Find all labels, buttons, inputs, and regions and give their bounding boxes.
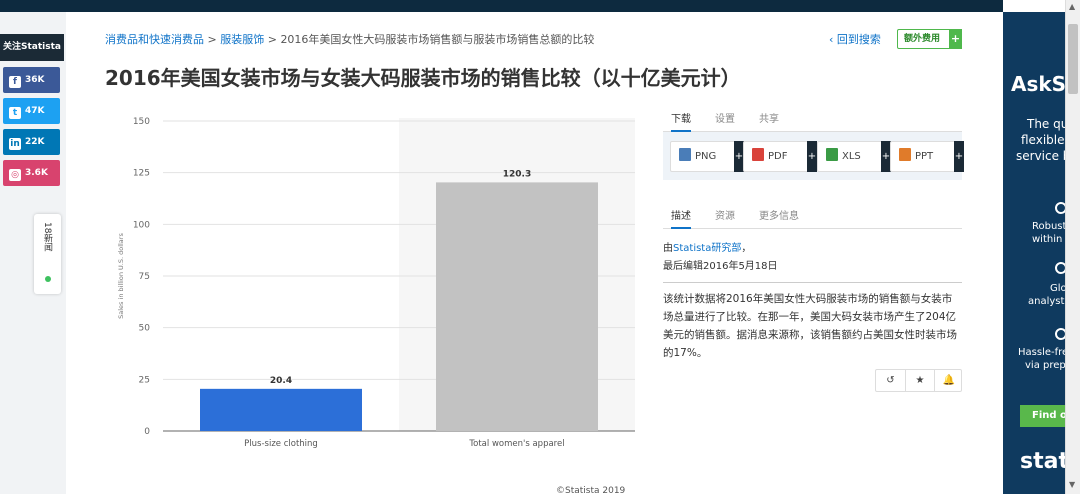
y-tick-label: 0 — [144, 427, 150, 437]
scroll-down-icon[interactable]: ▼ — [1069, 480, 1075, 489]
instagram-icon: ◎ — [9, 169, 21, 181]
tab-download[interactable]: 下载 — [671, 110, 691, 132]
facebook-icon: f — [9, 76, 21, 88]
ad-feature-text: via prepa — [1025, 360, 1065, 371]
download-ppt-button[interactable]: PPT + — [890, 141, 964, 172]
download-xls-button[interactable]: XLS + — [817, 141, 891, 172]
plus-icon[interactable]: + — [954, 141, 964, 172]
breadcrumb-separator: > — [207, 33, 217, 46]
y-axis-label: Sales in billion U.S. dollars — [117, 233, 125, 319]
y-tick-label: 50 — [139, 324, 151, 334]
social-count: 36K — [25, 75, 45, 85]
chart-bar — [436, 182, 598, 431]
download-options: PNG + PDF + XLS + PPT + — [663, 132, 964, 180]
social-count: 47K — [25, 106, 45, 116]
ad-feature-text: Hassle-fre — [1018, 347, 1065, 358]
linkedin-icon: in — [9, 138, 21, 150]
x-category-label: Total women's apparel — [468, 439, 564, 449]
divider — [663, 282, 962, 283]
plus-icon[interactable]: + — [807, 141, 817, 172]
social-instagram-button[interactable]: ◎ 3.6K — [3, 160, 60, 186]
feature-icon — [1055, 202, 1065, 214]
tab-sources[interactable]: 资源 — [715, 207, 735, 222]
extra-cost-label: 额外费用 — [904, 34, 941, 44]
ad-brand: AskSt — [1011, 72, 1065, 96]
twitter-icon: t — [9, 107, 21, 119]
xls-file-icon — [826, 148, 838, 161]
tab-settings[interactable]: 设置 — [715, 110, 735, 125]
social-facebook-button[interactable]: f 36K — [3, 67, 60, 93]
social-linkedin-button[interactable]: in 22K — [3, 129, 60, 155]
download-tabs: 下载 设置 共享 — [663, 110, 962, 132]
top-nav-bar — [0, 0, 1080, 12]
chart-svg: 0 25 50 75 100 125 150 Sales in billion U.S. do… — [117, 117, 635, 449]
source-suffix: ， — [741, 243, 752, 254]
social-twitter-button[interactable]: t 47K — [3, 98, 60, 124]
breadcrumb-link-consumer-goods[interactable]: 消费品和快速消费品 — [105, 33, 204, 46]
chart-bar — [200, 388, 362, 431]
ad-find-out-button[interactable]: Find ou — [1020, 405, 1065, 427]
info-tabs: 描述 资源 更多信息 — [663, 207, 962, 229]
ad-feature-text: analyst — [1028, 296, 1065, 307]
x-category-label: Plus-size clothing — [244, 439, 318, 449]
history-icon[interactable]: ↺ — [876, 370, 905, 391]
feature-icon — [1055, 328, 1065, 340]
vertical-scrollbar[interactable]: ▲ ▼ — [1065, 0, 1080, 494]
y-tick-label: 75 — [139, 272, 150, 282]
ad-feature-text: Robust — [1032, 221, 1065, 232]
last-edited: 最后编辑2016年5月18日 — [663, 261, 778, 272]
follow-statista-label: 关注Statista — [0, 34, 64, 61]
scroll-up-icon[interactable]: ▲ — [1069, 2, 1075, 11]
pdf-file-icon — [752, 148, 764, 161]
source-prefix: 由 — [663, 243, 673, 254]
advertisement-banner[interactable]: AskSt The qu flexible r service b Robust… — [1003, 12, 1065, 494]
download-png-label: PNG — [695, 151, 717, 162]
breadcrumb-separator: > — [267, 33, 277, 46]
chart-copyright: ©Statista 2019 — [556, 486, 626, 496]
download-pdf-label: PDF — [768, 151, 788, 162]
tab-share[interactable]: 共享 — [759, 110, 779, 125]
download-pdf-button[interactable]: PDF + — [743, 141, 817, 172]
source-info: 由Statista研究部， 最后编辑2016年5月18日 — [663, 240, 778, 276]
statistic-actions: ↺ ★ 🔔 — [875, 369, 962, 392]
ad-statista-logo: statis — [1020, 449, 1065, 474]
ppt-file-icon — [899, 148, 911, 161]
breadcrumb-current: 2016年美国女性大码服装市场销售额与服装市场销售总额的比较 — [280, 33, 595, 46]
ad-text-line: service b — [1016, 149, 1065, 163]
download-xls-label: XLS — [842, 151, 861, 162]
news-label: 18新闻 — [42, 222, 52, 252]
back-to-search-link[interactable]: ‹ 回到搜索 — [829, 31, 881, 47]
bar-chart: 0 25 50 75 100 125 150 Sales in billion U.S. do… — [105, 108, 650, 494]
tab-description[interactable]: 描述 — [671, 207, 691, 229]
news-widget[interactable]: 18新闻 — [34, 214, 61, 294]
download-png-button[interactable]: PNG + — [670, 141, 744, 172]
breadcrumb: 消费品和快速消费品 > 服装服饰 > 2016年美国女性大码服装市场销售额与服装… — [105, 31, 594, 47]
bell-icon[interactable]: 🔔 — [934, 370, 963, 391]
y-tick-label: 25 — [139, 375, 150, 385]
feature-icon — [1055, 262, 1065, 274]
y-tick-label: 100 — [133, 220, 150, 230]
ad-text-line: The qu — [1027, 117, 1065, 131]
star-icon[interactable]: ★ — [905, 370, 934, 391]
news-status-dot — [45, 276, 51, 282]
plus-icon: + — [949, 29, 962, 49]
png-file-icon — [679, 148, 691, 161]
source-link[interactable]: Statista研究部 — [673, 243, 741, 254]
tab-more-info[interactable]: 更多信息 — [759, 207, 799, 222]
bar-value-label: 20.4 — [270, 376, 292, 386]
description-text: 该统计数据将2016年美国女性大码服装市场的销售额与女装市场总量进行了比较。在那… — [663, 293, 957, 359]
extra-cost-button[interactable]: 额外费用 + — [897, 29, 962, 49]
bar-value-label: 120.3 — [503, 169, 531, 179]
page-title: 2016年美国女装市场与女装大码服装市场的销售比较（以十亿美元计） — [105, 66, 741, 90]
social-count: 22K — [25, 137, 45, 147]
ad-text-line: flexible r — [1021, 133, 1065, 147]
y-tick-label: 150 — [133, 117, 150, 127]
y-tick-label: 125 — [133, 169, 150, 179]
social-count: 3.6K — [25, 168, 48, 178]
download-ppt-label: PPT — [915, 151, 934, 162]
ad-feature-text: within 2 — [1032, 234, 1065, 245]
breadcrumb-link-apparel[interactable]: 服装服饰 — [220, 33, 264, 46]
scrollbar-thumb[interactable] — [1068, 24, 1078, 94]
ad-feature-text: Glo — [1050, 283, 1065, 294]
